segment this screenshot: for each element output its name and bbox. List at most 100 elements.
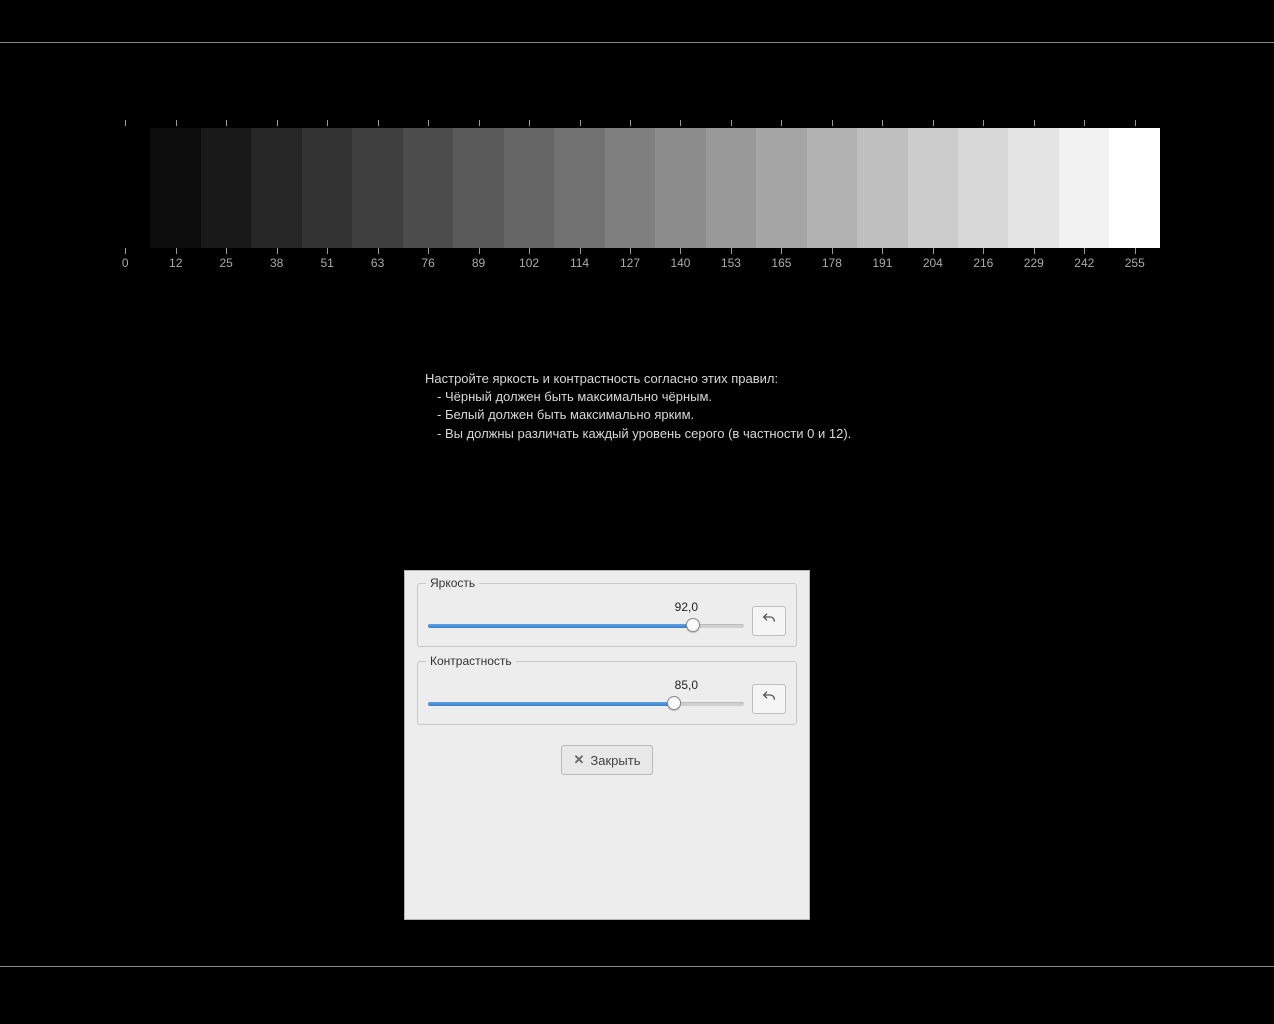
- close-icon: ✕: [574, 752, 585, 768]
- tick-mark: [378, 120, 379, 126]
- tick-label: 114: [570, 256, 589, 270]
- instruction-rule: - Белый должен быть максимально ярким.: [425, 406, 851, 424]
- tick-mark: [882, 248, 883, 254]
- tick-mark: [630, 120, 631, 126]
- tick-label: 76: [421, 256, 434, 270]
- gray-swatch: [352, 128, 402, 248]
- tick-mark: [1084, 120, 1085, 126]
- gray-swatch: [1059, 128, 1109, 248]
- gray-swatch: [251, 128, 301, 248]
- gray-swatch: [201, 128, 251, 248]
- tick-mark: [781, 248, 782, 254]
- tick-mark: [428, 120, 429, 126]
- tick-mark: [479, 120, 480, 126]
- tick-label: 242: [1074, 256, 1094, 270]
- tick-mark: [933, 120, 934, 126]
- tick-mark: [327, 120, 328, 126]
- tick-mark: [529, 120, 530, 126]
- brightness-group: Яркость 92,0: [417, 583, 797, 647]
- undo-icon: [761, 689, 777, 710]
- tick-mark: [1135, 248, 1136, 254]
- gray-swatch: [453, 128, 503, 248]
- gray-swatch: [302, 128, 352, 248]
- gray-swatch: [908, 128, 958, 248]
- instruction-rule: - Вы должны различать каждый уровень сер…: [425, 425, 851, 443]
- tick-mark: [176, 248, 177, 254]
- contrast-slider-thumb[interactable]: [667, 696, 681, 710]
- tick-mark: [277, 248, 278, 254]
- tick-label: 102: [519, 256, 539, 270]
- contrast-reset-button[interactable]: [752, 684, 786, 714]
- contrast-slider[interactable]: [428, 694, 744, 712]
- tick-mark: [125, 120, 126, 126]
- undo-icon: [761, 611, 777, 632]
- contrast-group: Контрастность 85,0: [417, 661, 797, 725]
- gray-swatch: [655, 128, 705, 248]
- tick-mark: [277, 120, 278, 126]
- brightness-reset-button[interactable]: [752, 606, 786, 636]
- brightness-slider[interactable]: [428, 616, 744, 634]
- gray-swatch: [403, 128, 453, 248]
- tick-label: 178: [822, 256, 842, 270]
- tick-mark: [1034, 120, 1035, 126]
- tick-label: 51: [320, 256, 333, 270]
- gray-swatch: [756, 128, 806, 248]
- tick-label: 127: [620, 256, 640, 270]
- tick-mark: [832, 248, 833, 254]
- tick-mark: [226, 120, 227, 126]
- gray-swatch: [1109, 128, 1159, 248]
- instructions-heading: Настройте яркость и контрастность соглас…: [425, 370, 851, 388]
- tick-label: 38: [270, 256, 283, 270]
- tick-mark: [1084, 248, 1085, 254]
- tick-mark: [781, 120, 782, 126]
- gray-swatch: [150, 128, 200, 248]
- gray-swatch: [504, 128, 554, 248]
- close-button-label: Закрыть: [590, 753, 640, 768]
- tick-mark: [378, 248, 379, 254]
- tick-mark: [933, 248, 934, 254]
- tick-label: 0: [122, 256, 129, 270]
- brightness-label: Яркость: [426, 576, 479, 590]
- tick-mark: [680, 248, 681, 254]
- instruction-rule: - Чёрный должен быть максимально чёрным.: [425, 388, 851, 406]
- tick-label: 140: [670, 256, 690, 270]
- tick-label: 229: [1024, 256, 1044, 270]
- contrast-value: 85,0: [675, 678, 698, 692]
- tick-mark: [580, 248, 581, 254]
- tick-mark: [428, 248, 429, 254]
- tick-mark: [731, 248, 732, 254]
- tick-label: 255: [1125, 256, 1145, 270]
- tick-label: 204: [923, 256, 943, 270]
- tick-label: 191: [872, 256, 892, 270]
- gray-swatch: [554, 128, 604, 248]
- close-button[interactable]: ✕ Закрыть: [561, 745, 654, 775]
- contrast-label: Контрастность: [426, 654, 516, 668]
- tick-mark: [832, 120, 833, 126]
- tick-label: 89: [472, 256, 485, 270]
- tick-label: 25: [220, 256, 233, 270]
- tick-mark: [731, 120, 732, 126]
- tick-mark: [529, 248, 530, 254]
- tick-mark: [630, 248, 631, 254]
- gray-swatch: [605, 128, 655, 248]
- gray-swatch: [807, 128, 857, 248]
- tick-label: 12: [169, 256, 182, 270]
- tick-mark: [176, 120, 177, 126]
- tick-mark: [1034, 248, 1035, 254]
- tick-mark: [882, 120, 883, 126]
- tick-mark: [580, 120, 581, 126]
- gray-swatch: [706, 128, 756, 248]
- settings-panel: Яркость 92,0 Контрастность: [404, 570, 810, 920]
- tick-mark: [479, 248, 480, 254]
- tick-mark: [983, 120, 984, 126]
- divider-bottom: [0, 966, 1274, 967]
- brightness-value: 92,0: [675, 600, 698, 614]
- tick-mark: [327, 248, 328, 254]
- tick-mark: [680, 120, 681, 126]
- gray-swatch: [100, 128, 150, 248]
- tick-label: 63: [371, 256, 384, 270]
- tick-mark: [983, 248, 984, 254]
- brightness-slider-thumb[interactable]: [686, 618, 700, 632]
- tick-mark: [1135, 120, 1136, 126]
- grayscale-gradient: 0122538516376891021141271401531651781912…: [100, 120, 1160, 274]
